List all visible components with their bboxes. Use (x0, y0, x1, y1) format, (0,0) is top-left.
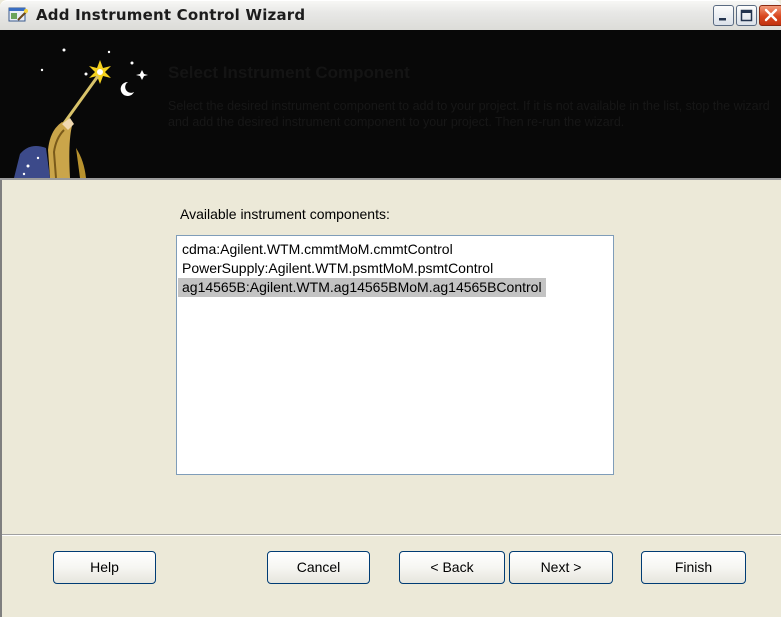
list-item[interactable]: PowerSupply:Agilent.WTM.psmtMoM.psmtCont… (182, 259, 497, 278)
help-button[interactable]: Help (53, 551, 156, 584)
wizard-header-banner: Select Instrument Component Select the d… (0, 30, 781, 179)
finish-button[interactable]: Finish (641, 551, 746, 584)
window-title: Add Instrument Control Wizard (36, 6, 306, 24)
close-icon (760, 8, 781, 29)
list-item-selected[interactable]: ag14565B:Agilent.WTM.ag14565BMoM.ag14565… (178, 278, 546, 297)
wizard-with-wand-icon (14, 30, 156, 179)
minimize-icon (714, 12, 733, 29)
next-button[interactable]: Next > (509, 551, 613, 584)
wizard-window: Add Instrument Control Wizard Select Ins… (0, 0, 781, 617)
close-button[interactable] (759, 5, 781, 26)
button-area-divider (2, 534, 781, 536)
maximize-button[interactable] (736, 5, 757, 26)
left-border (0, 180, 2, 617)
available-components-label: Available instrument components: (180, 206, 390, 222)
minimize-button[interactable] (713, 5, 734, 26)
wizard-app-icon (8, 6, 28, 24)
cancel-button[interactable]: Cancel (267, 551, 370, 584)
maximize-icon (737, 9, 756, 29)
instrument-components-listbox[interactable]: cdma:Agilent.WTM.cmmtMoM.cmmtControl Pow… (176, 235, 614, 475)
banner-description: Select the desired instrument component … (168, 99, 770, 129)
banner-title: Select Instrument Component (168, 63, 410, 82)
list-item[interactable]: cdma:Agilent.WTM.cmmtMoM.cmmtControl (182, 240, 457, 259)
back-button[interactable]: < Back (399, 551, 505, 584)
title-bar[interactable]: Add Instrument Control Wizard (0, 0, 781, 30)
banner-separator (0, 178, 781, 180)
